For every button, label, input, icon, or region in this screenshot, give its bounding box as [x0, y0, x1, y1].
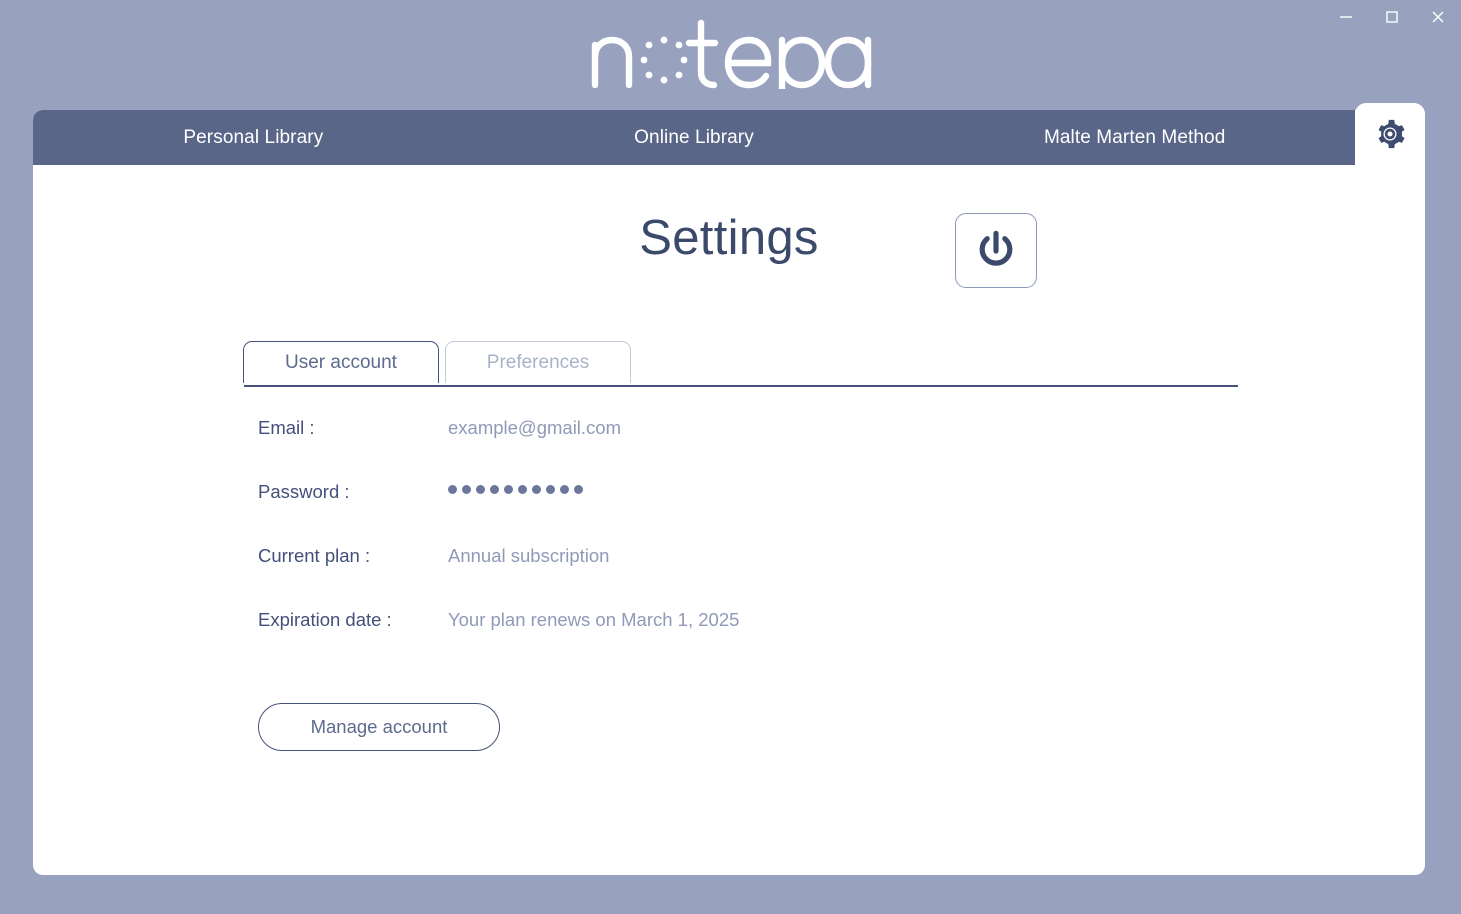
field-row-current-plan: Current plan : Annual subscription	[258, 545, 1258, 609]
field-row-email: Email : example@gmail.com	[258, 417, 1258, 481]
manage-account-button[interactable]: Manage account	[258, 703, 500, 751]
tabs-underline	[244, 385, 1238, 387]
maximize-button[interactable]	[1369, 1, 1415, 33]
expiration-date-value: Your plan renews on March 1, 2025	[448, 609, 740, 630]
tab-preferences-label: Preferences	[486, 351, 590, 373]
tab-preferences[interactable]: Preferences	[445, 341, 631, 383]
power-icon	[979, 230, 1013, 266]
account-fields: Email : example@gmail.com Password : Cur…	[258, 417, 1258, 673]
nav-item-malte-marten-method[interactable]: Malte Marten Method	[914, 127, 1355, 149]
password-label: Password :	[258, 481, 350, 502]
email-label: Email :	[258, 417, 315, 438]
minimize-button[interactable]	[1323, 1, 1369, 33]
field-row-password: Password :	[258, 481, 1258, 545]
close-button[interactable]	[1415, 1, 1461, 33]
power-button[interactable]	[955, 213, 1037, 288]
current-plan-value: Annual subscription	[448, 545, 610, 566]
field-row-expiration-date: Expiration date : Your plan renews on Ma…	[258, 609, 1258, 673]
nav-item-personal-library[interactable]: Personal Library	[33, 127, 474, 149]
page-title: Settings	[639, 211, 819, 265]
tab-user-account-label: User account	[285, 351, 397, 373]
nav-item-online-library[interactable]: Online Library	[474, 127, 915, 149]
gear-icon	[1378, 119, 1405, 149]
settings-tab[interactable]	[1355, 103, 1425, 165]
settings-tabs: User account Preferences	[243, 335, 1243, 383]
settings-content: Settings User account Preferences Email …	[33, 165, 1425, 875]
main-navigation: Personal Library Online Library Malte Ma…	[33, 110, 1355, 165]
titlebar	[0, 0, 1461, 34]
email-value: example@gmail.com	[448, 417, 622, 438]
expiration-date-label: Expiration date :	[258, 609, 392, 630]
page-header: Settings	[33, 210, 1425, 266]
dotted-o-icon	[640, 36, 687, 84]
current-plan-label: Current plan :	[258, 545, 371, 566]
tab-user-account[interactable]: User account	[243, 341, 439, 383]
password-value	[448, 485, 583, 498]
password-dots	[448, 485, 583, 494]
